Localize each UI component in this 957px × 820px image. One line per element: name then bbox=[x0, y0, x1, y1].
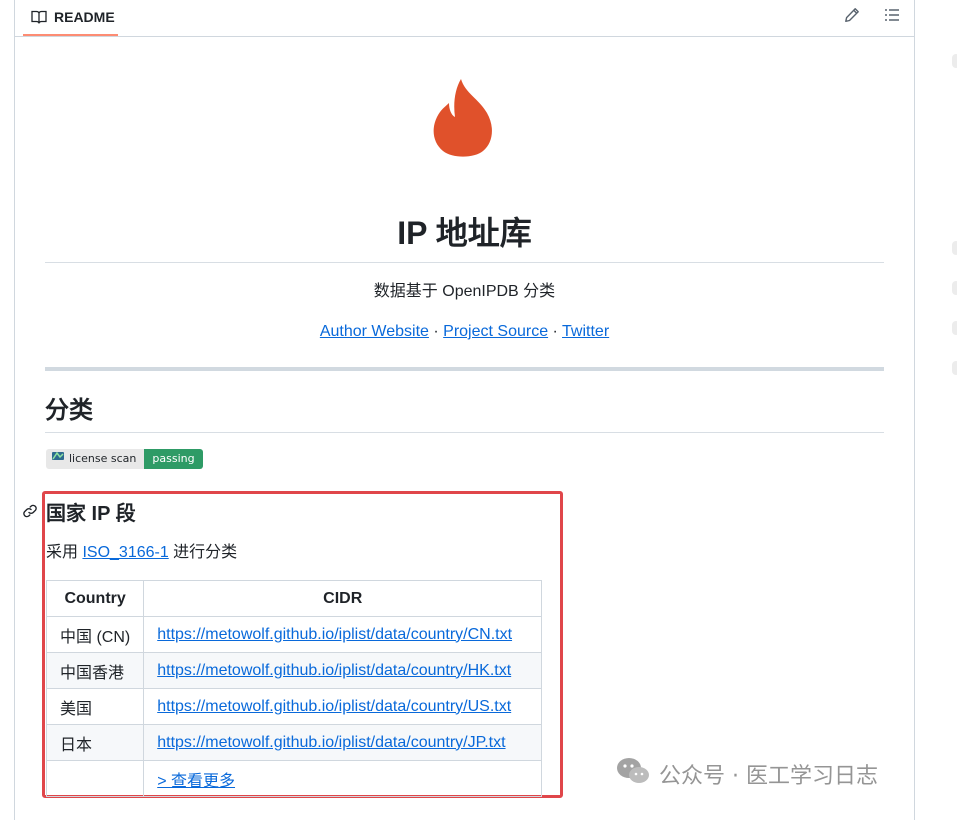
view-more-link[interactable]: > 查看更多 bbox=[157, 773, 235, 790]
link-separator: · bbox=[548, 323, 563, 340]
table-row: 中国香港 https://metowolf.github.io/iplist/d… bbox=[45, 652, 543, 689]
table-header-row: Country CIDR bbox=[45, 580, 543, 617]
cidr-cell: > 查看更多 bbox=[143, 760, 543, 797]
side-rail-dot bbox=[952, 361, 957, 375]
fossa-icon bbox=[51, 449, 65, 469]
wechat-watermark: 公众号 · 医工学习日志 bbox=[615, 756, 878, 792]
cidr-cell: https://metowolf.github.io/iplist/data/c… bbox=[143, 616, 543, 653]
header-links: Author Website · Project Source · Twitte… bbox=[45, 321, 884, 343]
classify-heading: 分类 bbox=[45, 397, 93, 424]
cidr-link[interactable]: https://metowolf.github.io/iplist/data/c… bbox=[157, 626, 512, 643]
watermark-text: 公众号 · 医工学习日志 bbox=[659, 764, 878, 789]
page-subtitle: 数据基于 OpenIPDB 分类 bbox=[373, 283, 556, 300]
column-header-cidr: CIDR bbox=[143, 580, 543, 617]
side-rail-dot bbox=[952, 321, 957, 335]
pencil-icon bbox=[844, 7, 860, 28]
cidr-cell: https://metowolf.github.io/iplist/data/c… bbox=[143, 724, 543, 761]
twitter-link[interactable]: Twitter bbox=[562, 323, 609, 340]
cidr-link[interactable]: https://metowolf.github.io/iplist/data/c… bbox=[157, 698, 511, 715]
outline-button[interactable] bbox=[881, 6, 903, 28]
readme-header: README bbox=[15, 0, 914, 37]
iso-3166-link[interactable]: ISO_3166-1 bbox=[82, 544, 168, 561]
country-cell: 美国 bbox=[45, 688, 145, 725]
section-divider bbox=[45, 367, 884, 371]
flame-logo bbox=[431, 77, 497, 164]
list-icon bbox=[884, 7, 900, 28]
cidr-cell: https://metowolf.github.io/iplist/data/c… bbox=[143, 652, 543, 689]
author-website-link[interactable]: Author Website bbox=[320, 323, 429, 340]
link-icon bbox=[22, 504, 38, 523]
link-separator: · bbox=[428, 323, 444, 340]
edit-button[interactable] bbox=[841, 6, 863, 28]
classification-note: 采用 ISO_3166-1 进行分类 bbox=[46, 542, 237, 564]
cidr-link[interactable]: https://metowolf.github.io/iplist/data/c… bbox=[157, 662, 511, 679]
project-source-link[interactable]: Project Source bbox=[443, 323, 548, 340]
table-row: > 查看更多 bbox=[45, 760, 543, 797]
side-rail-dot bbox=[952, 241, 957, 255]
tab-readme-label: README bbox=[54, 9, 115, 25]
country-cidr-table: Country CIDR 中国 (CN) https://metowolf.gi… bbox=[45, 580, 543, 797]
anchor-link-button[interactable] bbox=[22, 503, 38, 524]
cidr-cell: https://metowolf.github.io/iplist/data/c… bbox=[143, 688, 543, 725]
note-prefix: 采用 bbox=[46, 544, 83, 561]
badge-status: passing bbox=[144, 449, 203, 469]
country-cell: 中国 (CN) bbox=[45, 616, 145, 653]
side-rail-dot bbox=[952, 281, 957, 295]
cidr-link[interactable]: https://metowolf.github.io/iplist/data/c… bbox=[157, 734, 505, 751]
table-row: 中国 (CN) https://metowolf.github.io/iplis… bbox=[45, 616, 543, 653]
title-divider bbox=[45, 262, 884, 263]
note-suffix: 进行分类 bbox=[168, 544, 238, 561]
heading-divider bbox=[45, 432, 884, 433]
badge-label: license scan bbox=[69, 452, 137, 465]
book-icon bbox=[31, 9, 47, 25]
country-cell: 日本 bbox=[45, 724, 145, 761]
country-heading: 国家 IP 段 bbox=[46, 503, 136, 525]
country-cell: 中国香港 bbox=[45, 652, 145, 689]
wechat-icon bbox=[615, 756, 651, 792]
page-title: IP 地址库 bbox=[397, 215, 532, 251]
license-scan-badge[interactable]: license scan passing bbox=[46, 449, 203, 469]
side-rail-dot bbox=[952, 54, 957, 68]
table-row: 日本 https://metowolf.github.io/iplist/dat… bbox=[45, 724, 543, 761]
country-cell bbox=[45, 760, 145, 797]
table-row: 美国 https://metowolf.github.io/iplist/dat… bbox=[45, 688, 543, 725]
column-header-country: Country bbox=[45, 580, 145, 617]
tab-readme[interactable]: README bbox=[23, 0, 118, 36]
badge-label-box: license scan bbox=[46, 449, 145, 469]
